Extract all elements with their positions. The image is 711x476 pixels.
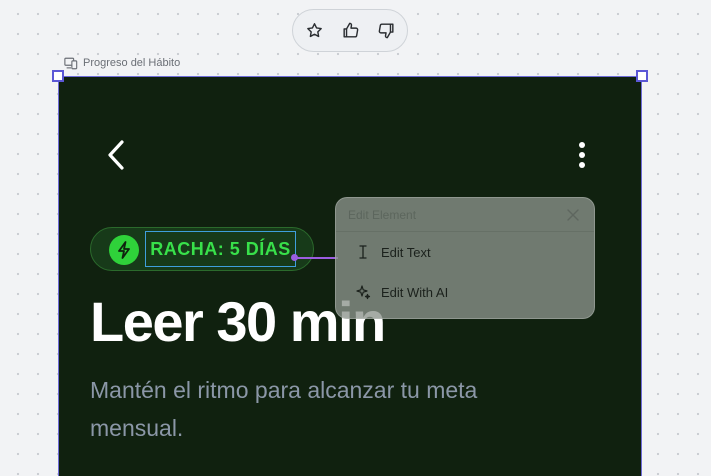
- habit-subtitle: Mantén el ritmo para alcanzar tu meta me…: [90, 377, 478, 441]
- resize-handle-top-right[interactable]: [636, 70, 648, 82]
- resize-handle-top-left[interactable]: [52, 70, 64, 82]
- frame-label-text: Progreso del Hábito: [83, 57, 181, 69]
- back-button[interactable]: [103, 137, 133, 173]
- device-icon: [64, 57, 78, 69]
- close-icon[interactable]: [566, 208, 580, 222]
- streak-text[interactable]: RACHA: 5 DÍAS: [145, 231, 296, 267]
- thumbs-down-icon: [378, 23, 394, 39]
- connector-dot: [291, 254, 298, 261]
- thumbs-up-button[interactable]: [334, 15, 366, 47]
- edit-text-label: Edit Text: [381, 244, 431, 260]
- popup-header: Edit Element: [336, 198, 594, 232]
- chevron-left-icon: [108, 140, 124, 170]
- feedback-bar: [292, 9, 408, 52]
- selection-connector: [294, 257, 338, 259]
- thumbs-down-button[interactable]: [370, 15, 402, 47]
- edit-element-popup: Edit Element Edit Text Edit With AI: [335, 197, 595, 319]
- edit-with-ai-option[interactable]: Edit With AI: [336, 272, 594, 312]
- more-button[interactable]: [571, 139, 593, 171]
- popup-title: Edit Element: [348, 207, 417, 222]
- lightning-icon: [118, 241, 130, 259]
- edit-with-ai-label: Edit With AI: [381, 284, 449, 300]
- badge-icon-circle: [109, 235, 139, 265]
- text-cursor-icon: [359, 245, 367, 259]
- star-button[interactable]: [298, 15, 330, 47]
- edit-text-option[interactable]: Edit Text: [336, 232, 594, 272]
- frame-label[interactable]: Progreso del Hábito: [64, 54, 180, 72]
- star-icon: [306, 23, 322, 38]
- thumbs-up-icon: [342, 22, 358, 38]
- more-vertical-icon: [579, 142, 585, 168]
- sparkles-icon: [356, 285, 371, 300]
